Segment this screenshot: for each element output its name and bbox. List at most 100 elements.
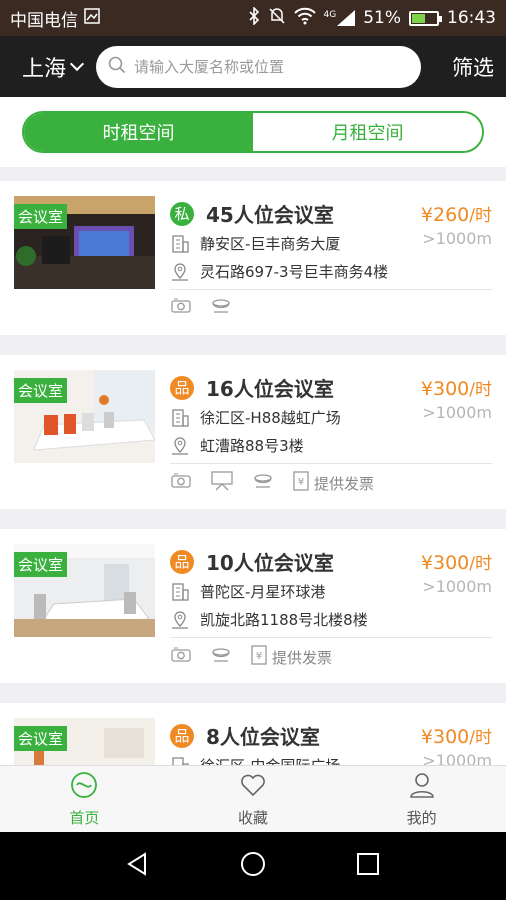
search-box[interactable] xyxy=(96,45,422,88)
chevron-down-icon xyxy=(69,56,85,71)
tea-icon xyxy=(252,472,274,494)
amenities-row: ¥ 提供发票 xyxy=(170,645,332,669)
private-badge: 私 xyxy=(170,201,194,226)
listing-distance: >1000m xyxy=(422,403,492,422)
mute-icon xyxy=(268,7,286,30)
brand-badge: 品 xyxy=(170,549,194,574)
price-value: ¥300 xyxy=(420,726,470,748)
address-line: 灵石路697-3号巨丰商务4楼 xyxy=(170,261,388,282)
price-unit: /时 xyxy=(469,728,492,748)
invoice-icon: ¥ xyxy=(250,645,268,669)
heart-icon xyxy=(239,771,267,803)
listing-title: 10人位会议室 xyxy=(206,551,334,575)
address-text: 灵石路697-3号巨丰商务4楼 xyxy=(200,263,389,281)
tab-hourly[interactable]: 时租空间 xyxy=(24,113,253,151)
bluetooth-icon xyxy=(248,5,260,30)
room-type-tag: 会议室 xyxy=(14,204,68,229)
price-unit: /时 xyxy=(469,380,492,400)
tab-favorites-label: 收藏 xyxy=(238,808,269,827)
building-line: 普陀区-月星环球港 xyxy=(170,581,325,602)
projector-icon xyxy=(170,297,192,319)
tea-icon xyxy=(210,646,232,668)
search-icon xyxy=(108,56,126,78)
filter-button[interactable]: 筛选 xyxy=(452,52,494,82)
city-selector[interactable]: 上海 xyxy=(22,51,85,83)
building-name: 静安区-巨丰商务大厦 xyxy=(200,235,341,253)
user-icon xyxy=(408,771,436,803)
listing-card[interactable]: 会议室 私 45人位会议室 ¥260/时 >1000m 静安区-巨丰商务大厦 灵… xyxy=(0,181,506,335)
price-unit: /时 xyxy=(469,206,492,226)
invoice-feature: ¥ 提供发票 xyxy=(250,645,332,669)
signal-4g-icon: 4G xyxy=(324,10,356,26)
brand-badge: 品 xyxy=(170,375,194,400)
bottom-tab-bar: 首页 收藏 我的 xyxy=(0,765,506,832)
whiteboard-icon xyxy=(210,471,234,495)
building-name: 徐汇区-H88越虹广场 xyxy=(200,409,341,427)
top-header: 上海 筛选 xyxy=(0,36,506,97)
wifi-icon xyxy=(293,7,316,30)
battery-percent: 51% xyxy=(363,8,401,28)
building-line: 徐汇区-H88越虹广场 xyxy=(170,407,341,428)
building-icon xyxy=(170,234,190,254)
divider xyxy=(170,637,492,638)
address-text: 凯旋北路1188号北楼8楼 xyxy=(200,611,368,629)
svg-text:¥: ¥ xyxy=(256,651,262,662)
address-text: 虹漕路88号3楼 xyxy=(200,437,304,455)
amenities-row xyxy=(170,297,232,319)
home-circle-icon[interactable] xyxy=(240,851,266,881)
projector-icon xyxy=(170,646,192,668)
invoice-icon: ¥ xyxy=(292,471,310,495)
tea-icon xyxy=(210,297,232,319)
room-type-tag: 会议室 xyxy=(14,378,68,403)
listing-photo: 会议室 xyxy=(14,196,155,289)
listing-distance: >1000m xyxy=(422,229,492,248)
price-value: ¥260 xyxy=(420,204,470,226)
carrier-name: 中国电信 xyxy=(10,10,78,31)
amenities-row: ¥ 提供发票 xyxy=(170,471,374,495)
tab-monthly[interactable]: 月租空间 xyxy=(253,113,482,151)
listing-price: ¥300/时 xyxy=(421,375,492,400)
rental-type-tabs: 时租空间 月租空间 xyxy=(0,97,506,167)
listing-price: ¥300/时 xyxy=(421,549,492,574)
recents-icon[interactable] xyxy=(355,851,381,881)
address-line: 凯旋北路1188号北楼8楼 xyxy=(170,609,368,630)
city-label: 上海 xyxy=(22,56,67,82)
price-unit: /时 xyxy=(469,554,492,574)
listing-photo: 会议室 xyxy=(14,544,155,637)
tab-home-label: 首页 xyxy=(69,808,100,827)
listing-title: 45人位会议室 xyxy=(206,203,334,227)
location-pin-icon xyxy=(170,436,190,456)
projector-icon xyxy=(170,472,192,494)
invoice-feature: ¥ 提供发票 xyxy=(292,471,374,495)
invoice-label: 提供发票 xyxy=(314,474,375,493)
listing-title: 16人位会议室 xyxy=(206,377,334,401)
tab-home[interactable]: 首页 xyxy=(0,766,169,832)
location-pin-icon xyxy=(170,262,190,282)
home-icon xyxy=(70,771,98,803)
address-line: 虹漕路88号3楼 xyxy=(170,435,304,456)
room-type-tag: 会议室 xyxy=(14,552,68,577)
building-name: 普陀区-月星环球港 xyxy=(200,583,326,601)
tab-me[interactable]: 我的 xyxy=(337,766,506,832)
svg-text:¥: ¥ xyxy=(298,477,304,488)
battery-icon xyxy=(409,10,442,26)
status-bar: 中国电信 4G 51% 16:43 xyxy=(0,0,506,36)
divider xyxy=(170,289,492,290)
building-line: 静安区-巨丰商务大厦 xyxy=(170,233,340,254)
tab-favorites[interactable]: 收藏 xyxy=(169,766,338,832)
building-icon xyxy=(170,408,190,428)
divider xyxy=(170,463,492,464)
listing-card[interactable]: 会议室 品 10人位会议室 ¥300/时 >1000m 普陀区-月星环球港 凯旋… xyxy=(0,529,506,683)
listing-card[interactable]: 会议室 品 16人位会议室 ¥300/时 >1000m 徐汇区-H88越虹广场 … xyxy=(0,355,506,509)
building-icon xyxy=(170,582,190,602)
search-input[interactable] xyxy=(134,57,405,76)
back-icon[interactable] xyxy=(125,851,151,881)
segmented-control: 时租空间 月租空间 xyxy=(22,111,484,153)
network-type: 4G xyxy=(323,10,337,20)
system-nav-bar xyxy=(0,832,506,900)
price-value: ¥300 xyxy=(420,378,470,400)
tab-me-label: 我的 xyxy=(406,808,437,827)
listing-price: ¥260/时 xyxy=(421,201,492,226)
room-type-tag: 会议室 xyxy=(14,726,68,751)
clock: 16:43 xyxy=(447,8,496,28)
